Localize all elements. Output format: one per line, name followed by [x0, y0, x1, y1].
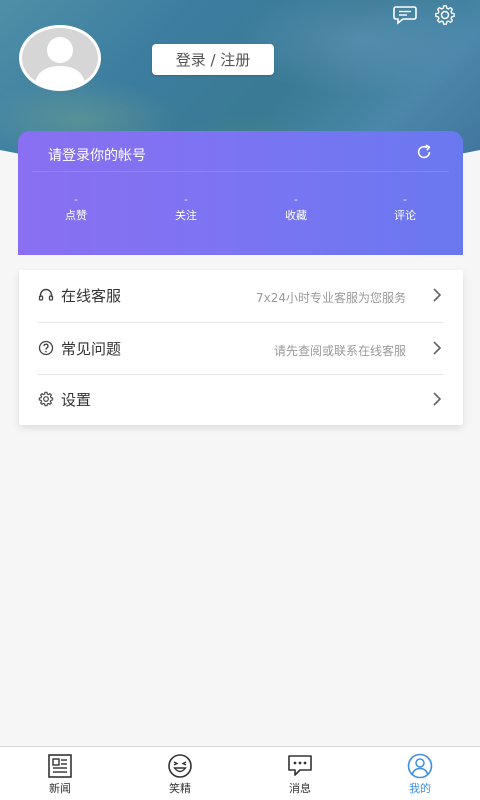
- account-card-title[interactable]: 请登录你的帐号: [48, 145, 146, 165]
- card-divider: [32, 171, 449, 172]
- stat-label: 评论: [394, 209, 416, 222]
- stat-value: -: [294, 193, 298, 206]
- menu-item-desc: 7x24小时专业客服为您服务: [255, 291, 406, 305]
- chat-bubble-icon: [288, 755, 312, 776]
- account-card: 请登录你的帐号 - 点赞 - 关注 - 收藏 - 评论: [18, 131, 463, 255]
- tab-news[interactable]: 新闻: [20, 747, 100, 800]
- tab-label: 我的: [409, 782, 431, 795]
- chevron-right-icon: [433, 392, 442, 406]
- stat-favorites[interactable]: - 收藏: [266, 194, 326, 224]
- stat-label: 关注: [175, 209, 197, 222]
- message-icon[interactable]: [392, 4, 418, 26]
- menu-item-customer-service[interactable]: 在线客服 7x24小时专业客服为您服务: [19, 270, 463, 321]
- menu-item-desc: 请先查阅或联系在线客服: [273, 344, 406, 358]
- header-actions: [392, 4, 458, 26]
- stat-following[interactable]: - 关注: [156, 194, 216, 224]
- stat-label: 收藏: [285, 209, 307, 222]
- stat-value: -: [184, 193, 188, 206]
- stat-value: -: [74, 193, 78, 206]
- default-avatar-icon: [34, 37, 86, 88]
- refresh-icon[interactable]: [415, 143, 433, 161]
- stats-row: - 点赞 - 关注 - 收藏 - 评论: [18, 194, 463, 234]
- user-profile-icon: [407, 753, 433, 779]
- chevron-right-icon: [433, 341, 442, 355]
- newspaper-icon: [48, 754, 72, 778]
- menu-item-faq[interactable]: 常见问题 请先查阅或联系在线客服: [19, 323, 463, 374]
- menu-item-label: 设置: [61, 391, 92, 409]
- tab-jokes[interactable]: 笑精: [140, 747, 220, 800]
- menu-item-label: 常见问题: [61, 340, 122, 358]
- laughing-face-icon: [168, 754, 192, 778]
- tab-label: 笑精: [169, 782, 191, 795]
- question-circle-icon: [38, 340, 54, 356]
- login-register-button[interactable]: 登录 / 注册: [152, 44, 274, 75]
- avatar[interactable]: [19, 25, 101, 91]
- bottom-tab-bar: 新闻 笑精 消息 我的: [0, 746, 480, 800]
- stat-comments[interactable]: - 评论: [375, 194, 435, 224]
- stat-label: 点赞: [65, 209, 87, 222]
- headset-icon: [38, 288, 54, 301]
- tab-messages[interactable]: 消息: [260, 747, 340, 800]
- chevron-right-icon: [433, 288, 442, 302]
- tab-mine[interactable]: 我的: [380, 747, 460, 800]
- tab-label: 消息: [289, 782, 311, 795]
- tab-label: 新闻: [49, 782, 71, 795]
- menu-item-label: 在线客服: [61, 287, 122, 305]
- settings-gear-icon[interactable]: [432, 4, 458, 26]
- gear-icon: [38, 391, 54, 407]
- settings-menu: 在线客服 7x24小时专业客服为您服务 常见问题 请先查阅或联系在线客服 设置: [19, 270, 463, 425]
- stat-value: -: [403, 193, 407, 206]
- stat-likes[interactable]: - 点赞: [46, 194, 106, 224]
- menu-item-settings[interactable]: 设置: [19, 374, 463, 425]
